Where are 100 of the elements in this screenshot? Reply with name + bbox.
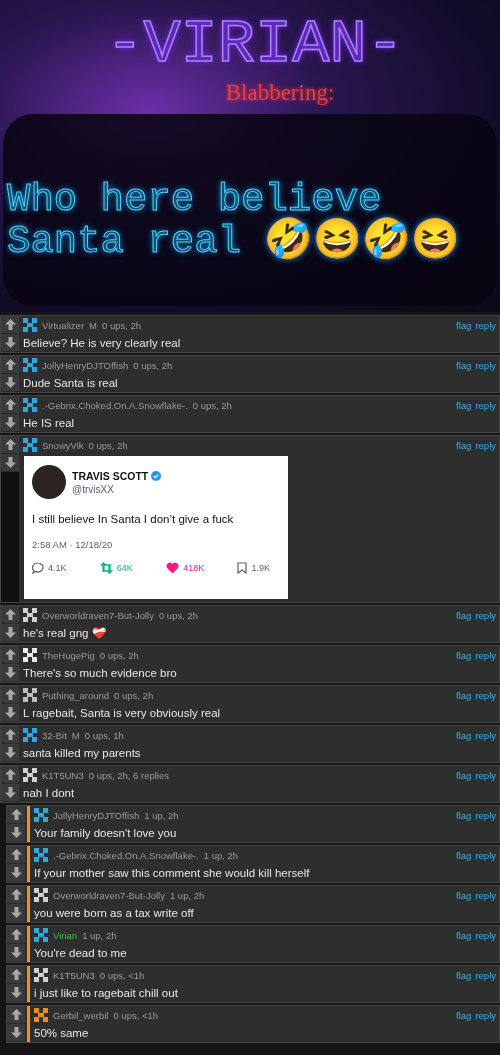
comment-text: 50% same: [34, 1026, 90, 1041]
comment-action-link[interactable]: flag: [456, 1009, 472, 1021]
comment-text: He IS real: [23, 416, 76, 431]
username-link[interactable]: K1T5UN3: [53, 969, 95, 981]
comment-action-link[interactable]: flag: [456, 769, 472, 781]
downvote-button[interactable]: [1, 784, 19, 802]
username-link[interactable]: Overworldraven7-But-Jolly: [53, 889, 165, 901]
comment-action-link[interactable]: reply: [475, 809, 496, 821]
comment-action-link[interactable]: flag: [456, 319, 472, 331]
speech-bubble-icon[interactable]: [32, 562, 44, 574]
upvote-button[interactable]: [1, 726, 19, 744]
username-link[interactable]: .-Gebrix.Choked.On.A.Snowflake-.: [42, 399, 188, 411]
comment-text: Believe? He is very clearly real: [23, 336, 182, 351]
comment-action-link[interactable]: reply: [475, 439, 496, 451]
upvote-button[interactable]: [1, 686, 19, 704]
comment-action-link[interactable]: reply: [475, 729, 496, 741]
downvote-button[interactable]: [1, 374, 19, 392]
comment-action-link[interactable]: reply: [475, 889, 496, 901]
username-link[interactable]: .-Gebrix.Choked.On.A.Snowflake-.: [53, 849, 199, 861]
upvote-button[interactable]: [7, 886, 25, 904]
comment-meta: 0 ups, 2h: [88, 439, 128, 451]
downvote-button[interactable]: [1, 744, 19, 762]
upvote-button[interactable]: [7, 926, 25, 944]
comment-action-link[interactable]: reply: [475, 1009, 496, 1021]
downvote-button[interactable]: [1, 414, 19, 432]
comment-meta: 0 ups, 2h: [102, 319, 142, 331]
comment-action-link[interactable]: flag: [456, 889, 472, 901]
username-link[interactable]: Gerbil_werbil: [53, 1009, 109, 1021]
comment-action-link[interactable]: reply: [475, 969, 496, 981]
downvote-button[interactable]: [1, 704, 19, 722]
comment-meta: 0 ups, 2h, 6 replies: [88, 769, 169, 781]
tweet-author-name: TRAVIS SCOTT: [72, 469, 149, 482]
comment-action-link[interactable]: reply: [475, 609, 496, 621]
upvote-button[interactable]: [1, 316, 19, 334]
comment-action-link[interactable]: reply: [475, 769, 496, 781]
username-link[interactable]: SnowyVik: [42, 439, 84, 451]
comment-meta: 0 ups, 2h: [99, 649, 139, 661]
username-link[interactable]: JollyHenryDJTOffish: [42, 359, 129, 371]
comment-action-link[interactable]: flag: [456, 689, 472, 701]
upvote-button[interactable]: [1, 646, 19, 664]
comment-action-link[interactable]: reply: [475, 399, 496, 411]
downvote-button[interactable]: [1, 624, 19, 642]
upvote-button[interactable]: [7, 806, 25, 824]
downvote-button[interactable]: [7, 864, 25, 882]
upvote-button[interactable]: [7, 846, 25, 864]
comment-action-link[interactable]: flag: [456, 969, 472, 981]
downvote-button[interactable]: [7, 824, 25, 842]
comment-action-link[interactable]: flag: [456, 729, 472, 741]
comment-action-link[interactable]: flag: [456, 399, 472, 411]
user-flair-label: M: [89, 319, 97, 331]
bookmark-icon[interactable]: [237, 562, 248, 574]
username-link[interactable]: Overworldraven7-But-Jolly: [42, 609, 154, 621]
upvote-button[interactable]: [7, 1006, 25, 1024]
comment-action-link[interactable]: reply: [475, 929, 496, 941]
comment-text: There's so much evidence bro: [23, 666, 178, 681]
comment-action-link[interactable]: flag: [456, 439, 472, 451]
comment-action-link[interactable]: flag: [456, 849, 472, 861]
upvote-button[interactable]: [1, 396, 19, 414]
username-link[interactable]: Puthing_around: [42, 689, 110, 701]
downvote-button[interactable]: [7, 904, 25, 922]
comment-text: Your family doesn't love you: [34, 826, 178, 841]
username-link[interactable]: 32-Bit: [42, 729, 67, 741]
username-link[interactable]: Virian: [53, 929, 78, 941]
comment-action-link[interactable]: flag: [456, 609, 472, 621]
downvote-button[interactable]: [7, 1024, 25, 1042]
comment-meta: 1 up, 2h: [82, 929, 117, 941]
downvote-button[interactable]: [1, 664, 19, 682]
upvote-button[interactable]: [7, 966, 25, 984]
comment-action-link[interactable]: flag: [456, 649, 472, 661]
username-link[interactable]: TheHugePig: [42, 649, 95, 661]
comment-action-link[interactable]: reply: [475, 359, 496, 371]
upvote-button[interactable]: [1, 356, 19, 374]
downvote-button[interactable]: [7, 984, 25, 1002]
upvote-button[interactable]: [1, 766, 19, 784]
comment-action-link[interactable]: flag: [456, 929, 472, 941]
comment-meta: 0 ups, 1h: [84, 729, 124, 741]
heart-icon[interactable]: [166, 562, 180, 574]
tweet-text: I still believe In Santa I don’t give a fuck: [32, 513, 235, 525]
profile-photo-placeholder: [32, 465, 66, 499]
comment-action-link[interactable]: flag: [456, 359, 472, 371]
comment-meta: 1 up, 2h: [169, 889, 205, 901]
username-link[interactable]: JollyHenryDJTOffish: [53, 809, 140, 821]
downvote-button[interactable]: [1, 454, 19, 472]
downvote-button[interactable]: [1, 334, 19, 352]
upvote-button[interactable]: [1, 606, 19, 624]
comment-action-link[interactable]: reply: [475, 689, 496, 701]
username-link[interactable]: K1T5UN3: [42, 769, 84, 781]
upvote-button[interactable]: [1, 436, 19, 454]
downvote-button[interactable]: [7, 944, 25, 962]
comment-action-link[interactable]: reply: [475, 319, 496, 331]
comment-action-link[interactable]: reply: [475, 649, 496, 661]
comment-meta: 0 ups, 2h: [158, 609, 199, 621]
banner-title: -VIRIAN-: [106, 14, 404, 76]
tweet-stat-count: 418K: [183, 563, 205, 573]
comment-action-link[interactable]: flag: [456, 809, 472, 821]
tweet-handle: @trvisXX: [72, 483, 115, 495]
comment-text: you were born as a tax write off: [34, 906, 195, 921]
comment-action-link[interactable]: reply: [475, 849, 496, 861]
username-link[interactable]: Virtualizer: [42, 319, 85, 331]
user-flair-label: M: [71, 729, 80, 741]
